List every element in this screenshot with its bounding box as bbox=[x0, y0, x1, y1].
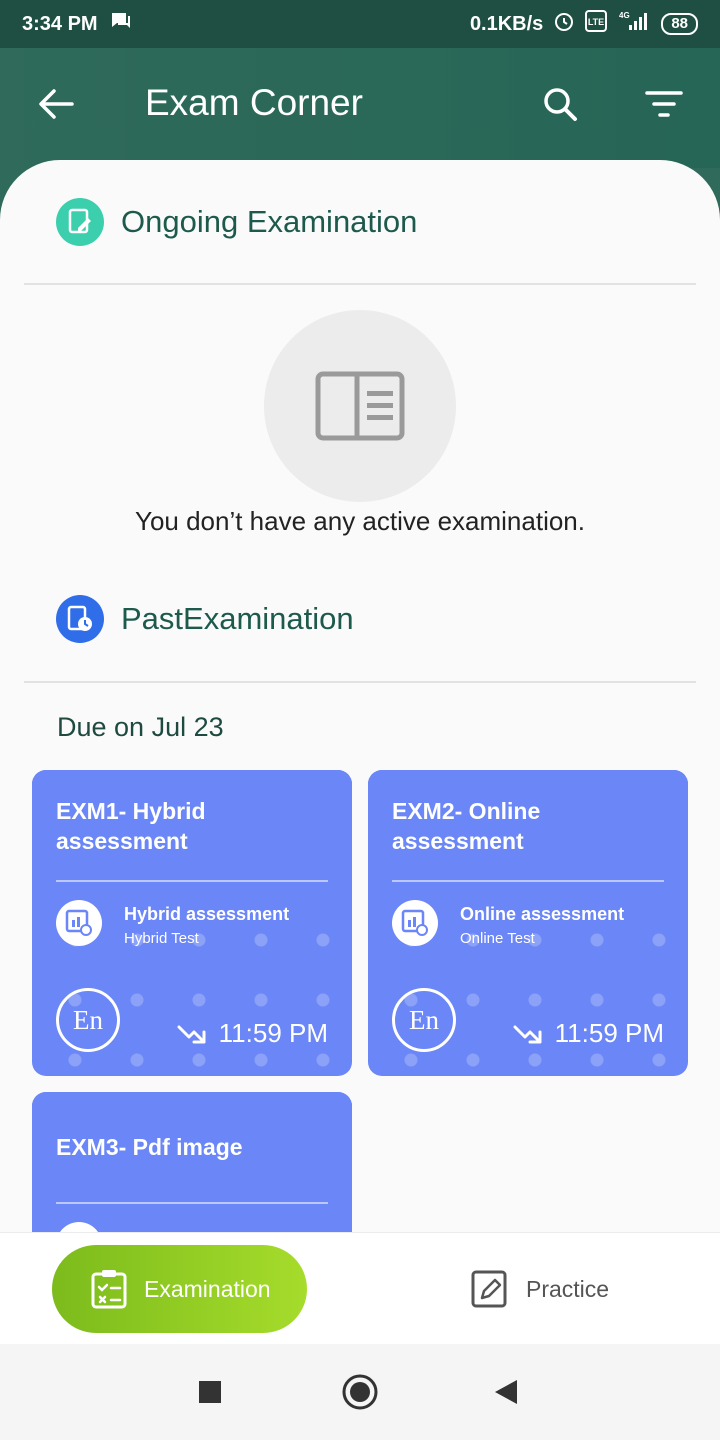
assessment-type-sub: Online Test bbox=[460, 930, 535, 947]
network-type: 4G bbox=[619, 11, 630, 20]
trend-arrow-icon bbox=[513, 1025, 542, 1043]
section-divider bbox=[24, 681, 696, 683]
card-divider bbox=[392, 880, 664, 882]
triangle-back-icon bbox=[495, 1380, 517, 1404]
nav-practice-label: Practice bbox=[526, 1275, 610, 1302]
system-navigation-bar bbox=[0, 1344, 720, 1440]
due-time: 11:59 PM bbox=[177, 1018, 328, 1049]
language-badge: En bbox=[56, 988, 120, 1052]
exam-checklist-icon bbox=[90, 1269, 128, 1309]
exam-card-title: EXM1- Hybrid assessment bbox=[56, 798, 206, 854]
content-sheet: Ongoing Examination You don’t have any a… bbox=[0, 160, 720, 1232]
status-time: 3:34 PM bbox=[22, 12, 98, 35]
assessment-type-name: Hybrid assessment bbox=[124, 904, 290, 924]
system-back-button[interactable] bbox=[482, 1368, 530, 1416]
bottom-navigation: Examination Practice bbox=[0, 1232, 720, 1344]
due-date-label: Due on Jul 23 bbox=[57, 712, 224, 742]
app-bar: Exam Corner bbox=[0, 48, 720, 168]
empty-state-illustration bbox=[264, 310, 456, 502]
exam-card[interactable]: EXM1- Hybrid assessment Hybrid assessmen… bbox=[32, 770, 352, 1076]
section-divider bbox=[24, 283, 696, 285]
volte-icon: LTE bbox=[585, 10, 608, 38]
edit-icon bbox=[470, 1269, 508, 1309]
past-exam-icon bbox=[56, 595, 104, 643]
card-divider bbox=[56, 880, 328, 882]
page-title: Exam Corner bbox=[145, 82, 363, 123]
past-section-header: PastExamination bbox=[56, 595, 354, 643]
due-time: 11:59 PM bbox=[513, 1018, 664, 1049]
net-speed: 0.1KB/s bbox=[469, 12, 544, 35]
ongoing-exam-icon bbox=[56, 198, 104, 246]
nav-examination[interactable]: Examination bbox=[52, 1245, 307, 1333]
message-notification-icon bbox=[110, 11, 132, 37]
past-section-title: PastExamination bbox=[121, 601, 354, 636]
search-button[interactable] bbox=[534, 78, 586, 130]
recents-button[interactable] bbox=[186, 1368, 234, 1416]
language-badge: En bbox=[392, 988, 456, 1052]
assessment-type-icon bbox=[56, 900, 102, 946]
signal-icon: 4G bbox=[617, 10, 651, 38]
nav-practice[interactable]: Practice bbox=[470, 1255, 609, 1323]
battery-indicator: 88 bbox=[661, 13, 698, 35]
card-header-area bbox=[32, 1092, 352, 1232]
ongoing-section-title: Ongoing Examination bbox=[121, 204, 418, 239]
exam-card-title: EXM2- Online assessment bbox=[392, 798, 541, 854]
ongoing-section-header: Ongoing Examination bbox=[56, 198, 417, 246]
circle-icon bbox=[342, 1374, 378, 1410]
svg-text:LTE: LTE bbox=[588, 17, 604, 27]
status-bar: 3:34 PM 0.1KB/s LTE 4G 88 bbox=[0, 0, 720, 48]
square-icon bbox=[199, 1381, 221, 1403]
exam-card[interactable]: EXM2- Online assessment Online assessmen… bbox=[368, 770, 688, 1076]
back-arrow-icon bbox=[39, 89, 74, 119]
exam-card-title: EXM3- Pdf image bbox=[56, 1134, 243, 1160]
filter-icon bbox=[645, 91, 683, 117]
filter-button[interactable] bbox=[638, 78, 690, 130]
home-button[interactable] bbox=[336, 1368, 384, 1416]
assessment-type-name: Online assessment bbox=[460, 904, 625, 924]
back-button[interactable] bbox=[30, 78, 82, 130]
empty-state-message: You don’t have any active examination. bbox=[134, 506, 585, 536]
due-time-text: 11:59 PM bbox=[554, 1018, 664, 1048]
trend-arrow-icon bbox=[177, 1025, 206, 1043]
search-icon bbox=[544, 88, 577, 121]
nav-examination-label: Examination bbox=[144, 1275, 271, 1302]
book-icon bbox=[315, 371, 405, 441]
alarm-icon bbox=[553, 10, 575, 38]
assessment-type-sub: Hybrid Test bbox=[124, 930, 199, 947]
card-divider bbox=[56, 1202, 328, 1204]
assessment-type-icon bbox=[392, 900, 438, 946]
exam-card[interactable]: EXM3- Pdf image bbox=[32, 1092, 352, 1232]
due-time-text: 11:59 PM bbox=[218, 1018, 328, 1048]
